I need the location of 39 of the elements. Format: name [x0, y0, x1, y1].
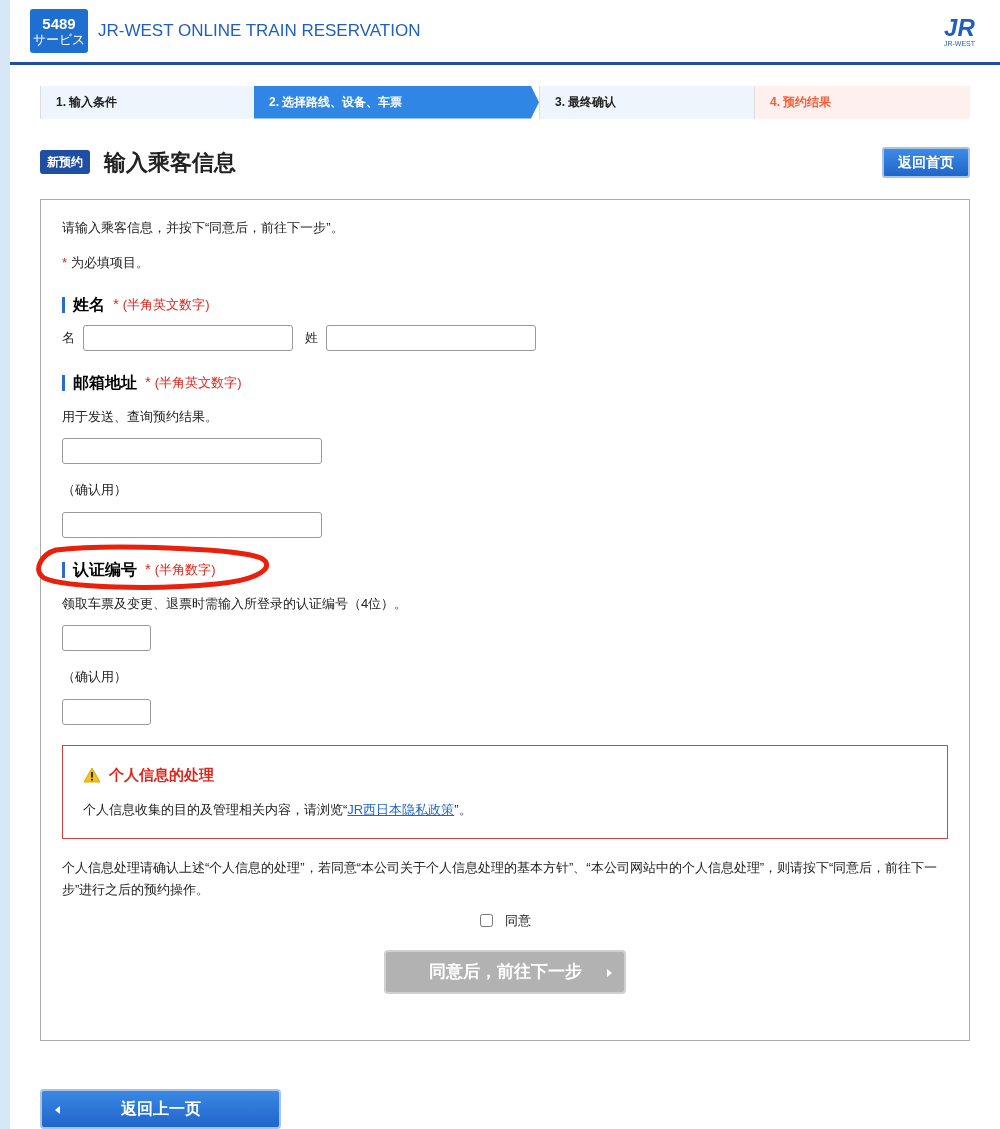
section-title: 认证编号	[73, 559, 137, 580]
field-label: （确认用）	[62, 668, 128, 686]
privacy-text: 个人信息收集的目的及管理相关内容，请浏览“JR西日本隐私政策”。	[83, 801, 473, 819]
format-hint: (半角数字)	[154, 560, 216, 579]
field-label: 名	[62, 328, 75, 347]
home-button[interactable]: 返回首页	[882, 146, 970, 178]
text-field[interactable]	[62, 625, 151, 651]
text-field[interactable]	[62, 511, 322, 538]
required-mark: *	[113, 294, 119, 315]
agree-checkbox[interactable]	[479, 913, 493, 927]
section-title: 邮箱地址	[73, 372, 137, 393]
required-mark: *	[145, 372, 151, 393]
field-label: 姓	[305, 328, 318, 347]
text-field[interactable]	[326, 324, 536, 351]
site-title: JR-WEST ONLINE TRAIN RESERVATION	[98, 20, 421, 43]
required-note: 为必填项目。	[71, 254, 150, 272]
section-title: 姓名	[73, 294, 105, 315]
format-hint: (半角英文数字)	[122, 295, 210, 314]
required-mark: *	[145, 559, 151, 580]
warning-icon	[83, 766, 101, 783]
text-field[interactable]	[62, 698, 151, 725]
back-button[interactable]: 返回上一页	[40, 1089, 281, 1129]
consent-text: 个人信息处理请确认上述“个人信息的处理”，若同意“本公司关于个人信息处理的基本方针”、“本公司网站中的个人信息处理”，则请按下“同意后，前往下一步”进行之后的预约操作。	[62, 858, 939, 899]
format-hint: (半角英文数字)	[154, 373, 242, 392]
text-field[interactable]	[83, 324, 293, 351]
caret-icon	[55, 1106, 60, 1114]
page-title: 输入乘客信息	[104, 148, 236, 177]
service-logo: 5489 サービス	[30, 9, 88, 53]
privacy-policy-link[interactable]: JR西日本隐私政策	[347, 802, 455, 817]
text-field[interactable]	[62, 438, 322, 464]
agree-label: 同意	[504, 911, 531, 930]
intro-text: 请输入乘客信息，并按下“同意后，前往下一步”。	[62, 218, 345, 237]
caret-icon	[607, 969, 612, 977]
privacy-title: 个人信息的处理	[109, 764, 214, 785]
section-description: 用于发送、查询预约结果。	[62, 407, 219, 426]
section-description: 领取车票及变更、退票时需输入所登录的认证编号（4位）。	[62, 594, 409, 613]
required-mark: *	[62, 254, 68, 272]
status-badge: 新预约	[40, 150, 90, 174]
field-label: （确认用）	[62, 481, 128, 499]
